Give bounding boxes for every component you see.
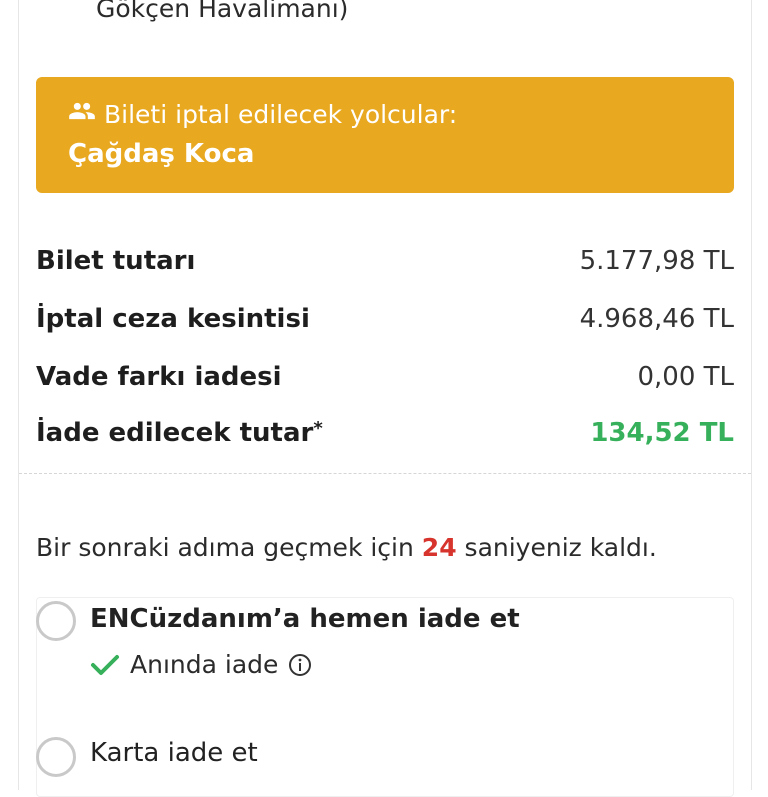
ticket-amount-value: 5.177,98 TL [579, 246, 734, 276]
countdown-seconds: 24 [421, 533, 457, 562]
instant-refund-text: Anında iade [130, 650, 279, 679]
people-icon [68, 97, 96, 131]
penalty-value: 4.968,46 TL [579, 304, 734, 334]
countdown-prefix: Bir sonraki adıma geçmek için [36, 533, 422, 562]
ticket-amount-label: Bilet tutarı [36, 246, 196, 276]
refund-total-label: İade edilecek tutar* [36, 418, 323, 448]
refund-total-row: İade edilecek tutar* 134,52 TL [36, 418, 734, 448]
check-icon [90, 653, 120, 677]
maturity-refund-row: Vade farkı iadesi 0,00 TL [36, 362, 734, 392]
maturity-refund-label: Vade farkı iadesi [36, 362, 282, 392]
countdown-text: Bir sonraki adıma geçmek için 24 saniyen… [36, 533, 657, 562]
maturity-refund-value: 0,00 TL [637, 362, 734, 392]
cancel-passengers-banner: Bileti iptal edilecek yolcular: Çağdaş K… [36, 77, 734, 193]
wallet-refund-label[interactable]: ENCüzdanım’a hemen iade et [90, 604, 520, 634]
banner-title-text: Bileti iptal edilecek yolcular: [104, 99, 458, 129]
airport-line: Gökçen Havalimanı) [96, 0, 349, 23]
passenger-name: Çağdaş Koca [68, 139, 255, 169]
countdown-suffix: saniyeniz kaldı. [456, 533, 657, 562]
wallet-refund-radio[interactable] [36, 601, 76, 641]
card-refund-label[interactable]: Karta iade et [90, 738, 258, 768]
penalty-row: İptal ceza kesintisi 4.968,46 TL [36, 304, 734, 334]
refund-asterisk: * [313, 418, 323, 439]
info-icon[interactable] [288, 653, 312, 677]
card-refund-radio[interactable] [36, 737, 76, 777]
banner-title: Bileti iptal edilecek yolcular: [68, 97, 457, 131]
ticket-amount-row: Bilet tutarı 5.177,98 TL [36, 246, 734, 276]
refund-total-value: 134,52 TL [590, 418, 734, 448]
section-divider [19, 473, 751, 474]
instant-refund-note: Anında iade [90, 650, 312, 679]
refund-total-label-text: İade edilecek tutar [36, 418, 314, 448]
penalty-label: İptal ceza kesintisi [36, 304, 310, 334]
